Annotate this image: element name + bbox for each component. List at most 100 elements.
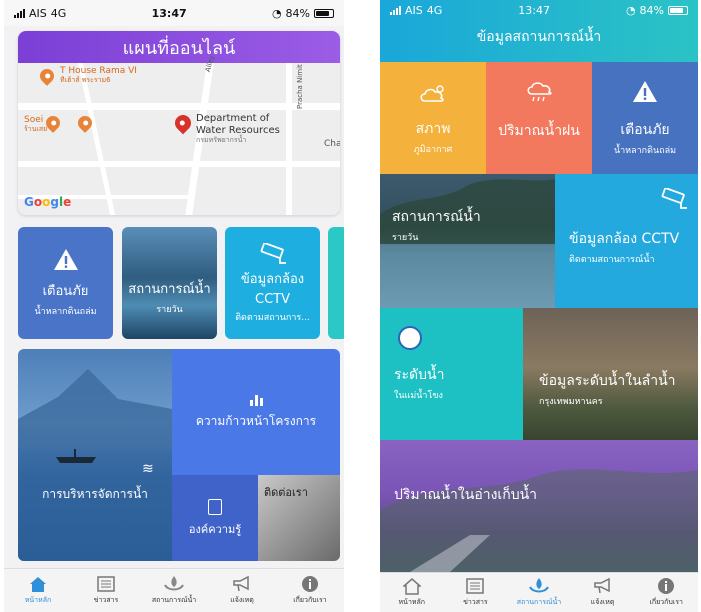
tile-weather-subtitle: ภูมิอากาศ: [413, 145, 453, 155]
map-label-dept-th: กรมทรัพยากรน้ำ: [196, 136, 247, 144]
tile-project-progress[interactable]: ความก้าวหน้าโครงการ: [172, 349, 340, 475]
tile-daily-water-title: สถานการณ์น้ำ: [128, 282, 211, 297]
tab-about[interactable]: เกี่ยวกับเรา: [280, 575, 340, 606]
water-situation-icon: [164, 575, 184, 593]
tile-project-progress-title: ความก้าวหน้าโครงการ: [195, 413, 317, 428]
map-label-pracha: Pracha Nimit: [296, 64, 304, 109]
map-label-dept-2: Water Resources: [196, 124, 280, 136]
map-label-soei-th: ร้านเสย: [24, 125, 48, 134]
online-map-card[interactable]: แผนที่ออนไลน์ T House Rama VI ทีเฮ้าส์ พ…: [18, 31, 340, 215]
map-label-dept: Department of: [196, 113, 270, 124]
clock: 13:47: [518, 3, 550, 17]
tile-water-management-title: การบริหารจัดการน้ำ: [42, 487, 148, 501]
book-icon: [208, 498, 222, 515]
tile-knowledge[interactable]: องค์ความรู้: [172, 475, 258, 561]
page-title: ข้อมูลสถานการณ์น้ำ: [476, 29, 602, 45]
left-screen-home: AIS 4G 13:47 ◔ 84% แผนที่ออนไลน์ T House…: [4, 0, 344, 612]
tile-contact[interactable]: ติดต่อเรา: [258, 475, 340, 561]
tile-water-management[interactable]: ≋ การบริหารจัดการน้ำ: [18, 349, 172, 561]
tile-knowledge-title: องค์ความรู้: [188, 522, 242, 536]
tile-daily-water-subtitle: รายวัน: [156, 305, 183, 315]
battery-icon: [314, 8, 334, 18]
tile-contact-title: ติดต่อเรา: [264, 486, 308, 499]
tile-mekong-subtitle: ในแม่น้ำโขง: [394, 391, 443, 401]
tile-warning[interactable]: เตือนภัย น้ำหลากดินถล่ม: [18, 227, 113, 339]
tab-home-label: หน้าหลัก: [24, 596, 52, 604]
tab-home[interactable]: หน้าหลัก: [8, 575, 68, 606]
tile-cctv[interactable]: ข้อมูลกล้อง CCTV ติดตามสถานการ...: [225, 227, 320, 339]
map-label-soei: Soei: [24, 115, 44, 125]
tab-about-label: เกี่ยวกับเรา: [293, 596, 327, 604]
tab-home[interactable]: หน้าหลัก: [382, 577, 442, 608]
reservoir-dam-image: [380, 469, 698, 572]
tile-rainfall[interactable]: ปริมาณน้ำฝน: [486, 62, 592, 174]
tile-cctv-subtitle: ติดตามสถานการณ์น้ำ: [569, 255, 655, 265]
tile-river-level-subtitle: กรุงเทพมหานคร: [539, 397, 603, 407]
tab-bar: หน้าหลัก ข่าวสาร สถานการณ์น้ำ แจ้งเหตุ เ…: [4, 568, 344, 612]
tile-rainfall-title: ปริมาณน้ำฝน: [498, 123, 580, 139]
news-icon: [96, 575, 116, 593]
news-icon: [465, 577, 485, 595]
clock: 13:47: [151, 6, 187, 20]
tile-cctv-title-2: CCTV: [255, 291, 290, 307]
tile-warning-title: เตือนภัย: [42, 284, 89, 299]
tab-about-label: เกี่ยวกับเรา: [649, 598, 683, 606]
tile-cctv-title: ข้อมูลกล้อง: [240, 271, 305, 287]
right-screen-water-situation: AIS 4G 13:47 ◔ 84% ข้อมูลสถานการณ์น้ำ สภ…: [380, 0, 698, 612]
map-view[interactable]: T House Rama VI ทีเฮ้าส์ พระราม6 Soei ร้…: [18, 54, 340, 215]
tab-report-label: แจ้งเหตุ: [230, 596, 254, 604]
megaphone-icon: [593, 577, 613, 595]
network-label: 4G: [50, 6, 67, 20]
tile-reservoir[interactable]: ปริมาณน้ำในอ่างเก็บน้ำ: [380, 440, 698, 572]
department-emblem-icon: [398, 326, 422, 350]
battery-level: [316, 10, 329, 16]
map-label-thouse: T House Rama VI: [60, 66, 137, 76]
map-road: [286, 63, 292, 215]
tab-report[interactable]: แจ้งเหตุ: [212, 575, 272, 606]
tile-warning-title: เตือนภัย: [620, 122, 670, 138]
tile-cctv-title: ข้อมูลกล้อง CCTV: [569, 231, 680, 247]
home-icon: [402, 577, 422, 595]
location-pin-icon[interactable]: [171, 111, 195, 135]
carrier-label: AIS: [29, 6, 47, 20]
tab-water-situation[interactable]: สถานการณ์น้ำ: [509, 577, 569, 608]
info-icon: [656, 577, 676, 595]
rain-cloud-icon: [527, 82, 552, 102]
tab-water-situation[interactable]: สถานการณ์น้ำ: [144, 575, 204, 606]
signal-icon: [14, 8, 25, 18]
menu-grid: ≋ การบริหารจัดการน้ำ ความก้าวหน้าโครงการ…: [18, 349, 340, 561]
tab-news-label: ข่าวสาร: [93, 596, 119, 604]
warning-icon: [53, 249, 78, 270]
tile-partial[interactable]: [328, 227, 344, 339]
tab-water-situation-label: สถานการณ์น้ำ: [516, 598, 562, 606]
tile-mekong[interactable]: ระดับน้ำ ในแม่น้ำโขง: [380, 308, 523, 440]
tile-daily-water[interactable]: สถานการณ์น้ำ รายวัน: [380, 174, 555, 308]
battery-icon: [668, 5, 688, 15]
carrier-label: AIS: [405, 3, 423, 17]
tab-report-label: แจ้งเหตุ: [590, 598, 615, 606]
tile-daily-water-subtitle: รายวัน: [392, 233, 419, 243]
lake-mountain-image: [18, 369, 172, 561]
signal-icon: [390, 5, 401, 15]
tab-report[interactable]: แจ้งเหตุ: [573, 577, 633, 608]
tab-news[interactable]: ข่าวสาร: [76, 575, 136, 606]
tile-cctv[interactable]: ข้อมูลกล้อง CCTV ติดตามสถานการณ์น้ำ: [555, 174, 698, 308]
tab-news[interactable]: ข่าวสาร: [445, 577, 505, 608]
tab-about[interactable]: เกี่ยวกับเรา: [636, 577, 696, 608]
alarm-icon: ◔: [625, 3, 636, 17]
tile-warning-subtitle: น้ำหลากดินถล่ม: [34, 307, 97, 317]
tile-weather[interactable]: สภาพ ภูมิอากาศ: [380, 62, 486, 174]
tile-reservoir-title: ปริมาณน้ำในอ่างเก็บน้ำ: [394, 487, 538, 503]
tile-daily-water-title: สถานการณ์น้ำ: [392, 209, 481, 225]
tile-warning-subtitle: น้ำหลากดินถล่ม: [613, 146, 677, 156]
restaurant-pin-icon[interactable]: [37, 66, 57, 86]
water-situation-icon: [529, 577, 549, 595]
tile-warning[interactable]: เตือนภัย น้ำหลากดินถล่ม: [592, 62, 698, 174]
tile-daily-water[interactable]: สถานการณ์น้ำ รายวัน: [122, 227, 217, 339]
tile-cctv-subtitle: ติดตามสถานการ...: [235, 312, 310, 323]
tab-bar: หน้าหลัก ข่าวสาร สถานการณ์น้ำ แจ้งเหตุ เ…: [380, 572, 698, 612]
map-road: [77, 63, 116, 215]
tab-water-situation-label: สถานการณ์น้ำ: [151, 596, 197, 604]
cctv-camera-icon: [661, 188, 687, 209]
tile-river-level[interactable]: ข้อมูลระดับน้ำในลำน้ำ กรุงเทพมหานคร: [523, 308, 698, 440]
